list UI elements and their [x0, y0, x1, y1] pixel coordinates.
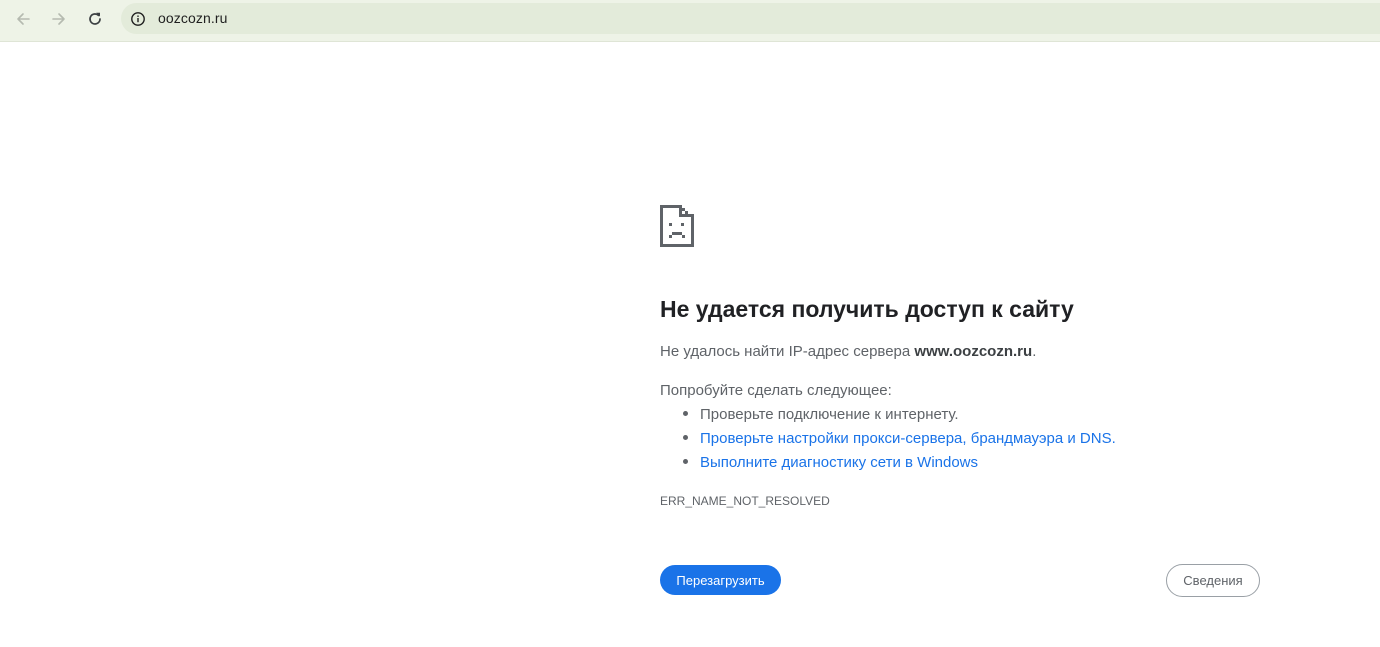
suggestions-heading: Попробуйте сделать следующее:	[660, 382, 892, 399]
reload-page-button[interactable]: Перезагрузить	[660, 565, 781, 595]
details-button[interactable]: Сведения	[1166, 564, 1260, 597]
error-page: Не удается получить доступ к сайту Не уд…	[660, 0, 1260, 647]
summary-suffix: .	[1032, 343, 1037, 360]
bullet	[683, 459, 688, 464]
forward-button[interactable]	[44, 5, 74, 33]
bullet	[683, 411, 688, 416]
summary-host: www.oozcozn.ru	[914, 343, 1033, 360]
bullet	[683, 435, 688, 440]
error-code: ERR_NAME_NOT_RESOLVED	[660, 494, 830, 508]
suggestion-link-text[interactable]: Проверьте настройки прокси-сервера, бран…	[700, 430, 1116, 447]
url-text[interactable]: oozcozn.ru	[158, 10, 227, 26]
site-info-button[interactable]	[125, 6, 151, 32]
reload-icon	[89, 12, 101, 25]
suggestion-text: Проверьте подключение к интернету.	[700, 406, 959, 423]
error-title: Не удается получить доступ к сайту	[660, 296, 1074, 322]
back-button[interactable]	[8, 5, 38, 33]
suggestion-link-text[interactable]: Выполните диагностику сети в Windows	[700, 454, 978, 471]
arrow-right-icon	[52, 13, 65, 25]
sad-page-icon	[660, 205, 694, 247]
error-summary: Не удалось найти IP-адрес сервера www.oo…	[660, 343, 1036, 360]
reload-button[interactable]	[80, 5, 110, 33]
info-circle-icon	[131, 12, 145, 26]
suggestion-check-connection: Проверьте подключение к интернету.	[660, 406, 1116, 430]
suggestion-network-diagnostics-link[interactable]: Выполните диагностику сети в Windows	[660, 454, 1116, 478]
suggestion-check-proxy-link[interactable]: Проверьте настройки прокси-сервера, бран…	[660, 430, 1116, 454]
summary-text: Не удалось найти IP-адрес сервера	[660, 343, 915, 360]
arrow-left-icon	[17, 13, 30, 25]
suggestions-list: Проверьте подключение к интернету. Прове…	[660, 406, 1116, 478]
